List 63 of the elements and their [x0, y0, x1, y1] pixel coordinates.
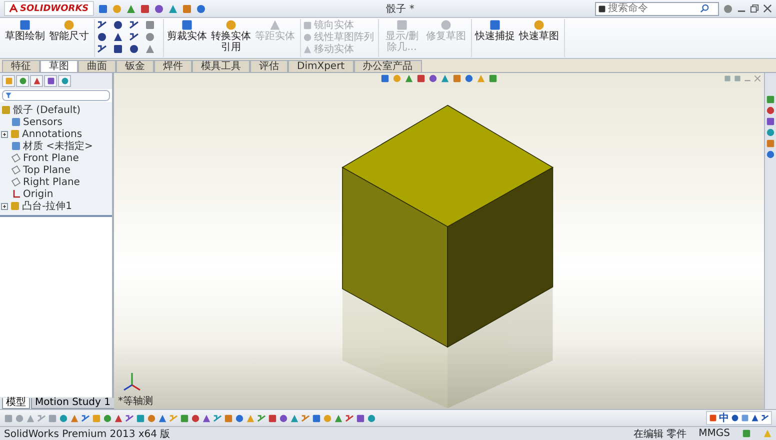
- app-logo: SOLIDWORKS: [4, 1, 94, 16]
- filter-icon: [5, 92, 12, 99]
- toolbar-icon[interactable]: [345, 414, 354, 422]
- search-box[interactable]: 搜索命令: [595, 2, 719, 16]
- ribbon-button[interactable]: 转换实体引用: [210, 19, 252, 53]
- command-tab[interactable]: 评估: [250, 60, 288, 72]
- panel-tab[interactable]: [44, 75, 57, 87]
- toolbar-icon[interactable]: [37, 414, 46, 422]
- restore-icon[interactable]: [750, 4, 759, 13]
- origin-icon: [11, 189, 21, 199]
- tree-item[interactable]: Front Plane: [23, 152, 79, 164]
- expand-icon[interactable]: [1, 130, 8, 138]
- panel-tab[interactable]: [30, 75, 43, 87]
- tool-icon: [63, 19, 75, 31]
- tree-item[interactable]: Origin: [23, 188, 54, 200]
- command-tab[interactable]: 焊件: [154, 60, 192, 72]
- axis-triad-icon: [124, 373, 140, 391]
- close-icon[interactable]: [763, 4, 772, 13]
- edit-mode: 在编辑 零件: [633, 428, 687, 440]
- command-tab[interactable]: 特征: [2, 60, 40, 72]
- expand-icon[interactable]: [1, 202, 8, 210]
- tree-item[interactable]: 凸台-拉伸1: [22, 199, 72, 213]
- tree-item[interactable]: Sensors: [23, 116, 62, 128]
- tool-icon: [181, 19, 193, 31]
- model-tab[interactable]: 模型: [2, 398, 30, 409]
- ribbon-button[interactable]: 剪裁实体: [166, 19, 208, 42]
- search-icon: [700, 4, 709, 13]
- tree-item[interactable]: 骰子 (Default): [13, 103, 81, 117]
- product-name: SolidWorks Premium 2013 x64 版: [4, 428, 170, 440]
- tree-item[interactable]: 材质 <未指定>: [23, 139, 93, 153]
- search-field[interactable]: 搜索命令: [608, 3, 698, 14]
- cube-drawing[interactable]: [342, 104, 554, 348]
- ribbon-button[interactable]: 草图绘制: [4, 19, 46, 42]
- ribbon-button[interactable]: 智能尺寸: [48, 19, 90, 42]
- command-tab[interactable]: 办公室产品: [354, 60, 422, 72]
- filter-field[interactable]: [2, 90, 110, 101]
- ribbon-button[interactable]: 快速捕捉: [474, 19, 516, 42]
- tree-item[interactable]: Annotations: [22, 128, 82, 140]
- toolbar-icon[interactable]: [257, 414, 266, 422]
- tool-icon: [225, 19, 237, 31]
- command-tab[interactable]: 模具工具: [192, 60, 250, 72]
- ribbon-button[interactable]: 快速草图: [518, 19, 560, 42]
- ime-language[interactable]: 中: [719, 411, 729, 425]
- toolbar-icon[interactable]: [301, 414, 310, 422]
- tool-icon: [19, 19, 31, 31]
- toolbar-icon[interactable]: [81, 414, 90, 422]
- tool-icon: [533, 19, 545, 31]
- panel-tab[interactable]: [58, 75, 71, 87]
- view-label: *等轴测: [118, 394, 153, 408]
- command-tab[interactable]: 曲面: [78, 60, 116, 72]
- logo-icon: [9, 4, 18, 13]
- tree-item[interactable]: Top Plane: [23, 164, 70, 176]
- command-tab[interactable]: 草图: [40, 60, 78, 72]
- tool-icon: [489, 19, 501, 31]
- toolbar-icon[interactable]: [213, 414, 222, 422]
- tree-item[interactable]: Right Plane: [23, 176, 80, 188]
- command-tab[interactable]: DimXpert: [288, 60, 354, 72]
- toolbar-icon[interactable]: [125, 414, 134, 422]
- unit-system[interactable]: MMGS: [698, 428, 730, 439]
- model-tab[interactable]: Motion Study 1: [31, 398, 114, 409]
- panel-tab[interactable]: [16, 75, 29, 87]
- command-tab[interactable]: 钣金: [116, 60, 154, 72]
- document-title: 骰子 *: [385, 2, 416, 16]
